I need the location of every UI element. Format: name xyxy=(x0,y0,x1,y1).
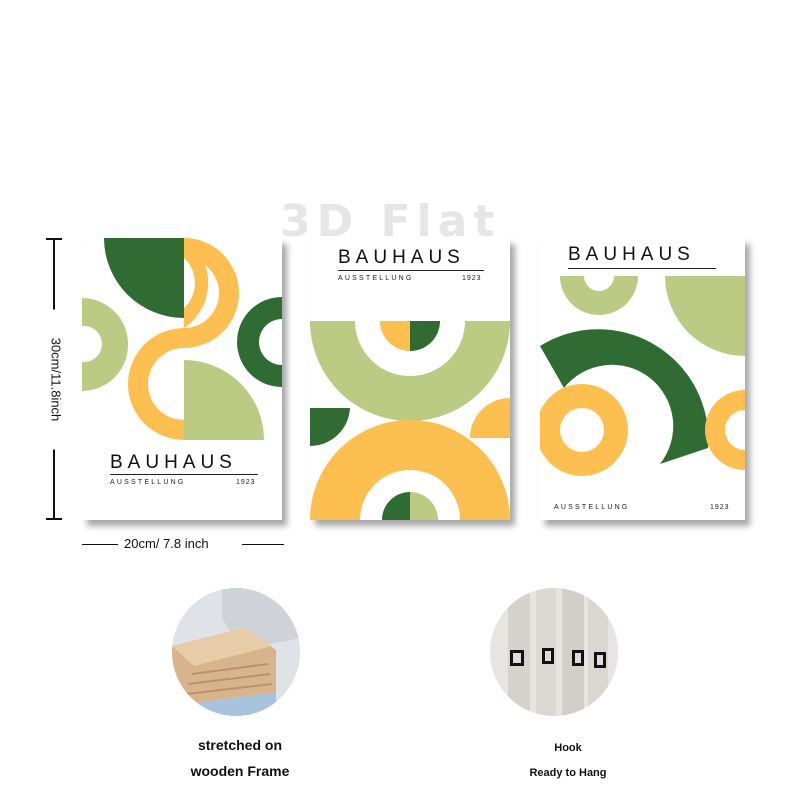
poster-middle-year: 1923 xyxy=(462,275,482,282)
hook-caption: Hook Ready to Hang xyxy=(488,736,648,786)
poster-right: BAUHAUS AUSSTELLUNG 1923 xyxy=(540,238,745,520)
width-dimension-line-right xyxy=(242,544,284,545)
poster-left-artwork xyxy=(82,238,282,440)
height-dimension-cap-bottom xyxy=(46,518,62,520)
height-dimension-label: 30cm/11.8inch xyxy=(48,309,64,450)
poster-right-rule xyxy=(568,268,716,269)
hook-image xyxy=(490,588,618,716)
height-dimension-cap-top xyxy=(46,238,62,240)
hook-photo xyxy=(490,588,618,716)
poster-middle-title: BAUHAUS xyxy=(338,247,465,268)
wooden-frame-photo xyxy=(172,588,300,716)
hook-caption-line1: Hook xyxy=(554,742,582,754)
poster-middle-subtitle: AUSSTELLUNG xyxy=(338,275,414,282)
poster-left: BAUHAUS AUSSTELLUNG 1923 xyxy=(82,238,282,520)
poster-left-title: BAUHAUS xyxy=(110,452,237,473)
hook-caption-line2: Ready to Hang xyxy=(529,767,607,779)
wooden-frame-image xyxy=(172,588,300,716)
width-dimension-label: 20cm/ 7.8 inch xyxy=(124,536,209,551)
wooden-frame-caption: stretched on wooden Frame xyxy=(160,732,320,784)
poster-right-year: 1923 xyxy=(710,504,730,511)
poster-right-artwork xyxy=(540,276,745,476)
width-dimension-line-left xyxy=(82,544,118,545)
poster-middle: BAUHAUS AUSSTELLUNG 1923 xyxy=(310,238,510,520)
wooden-frame-caption-line1: stretched on xyxy=(197,737,282,753)
poster-right-subtitle: AUSSTELLUNG xyxy=(554,504,630,511)
poster-left-year: 1923 xyxy=(236,479,256,486)
wooden-frame-caption-line2: wooden Frame xyxy=(190,763,290,779)
poster-left-rule xyxy=(110,474,258,475)
poster-left-subtitle: AUSSTELLUNG xyxy=(110,479,186,486)
poster-right-title: BAUHAUS xyxy=(568,244,695,265)
poster-middle-rule xyxy=(338,270,484,271)
